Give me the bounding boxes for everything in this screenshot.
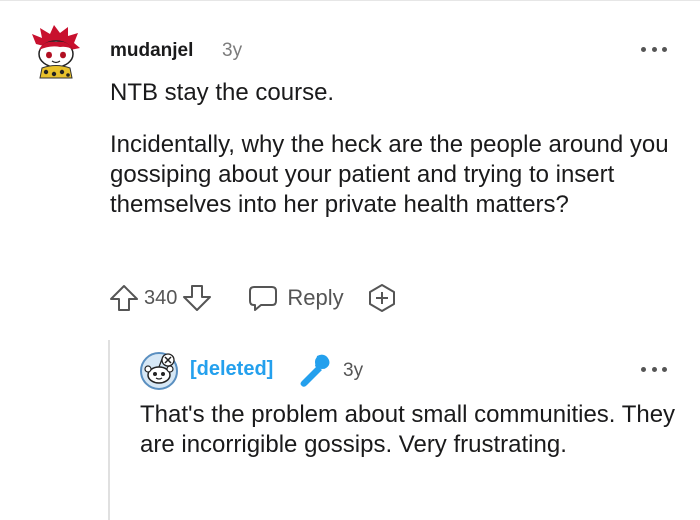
comment-actions: 340 Reply [108,282,398,314]
downvote-button[interactable] [181,283,213,313]
reply-label: Reply [287,285,344,310]
comment-paragraph: NTB stay the course. [110,79,335,106]
downvote-arrow-icon [183,285,212,311]
deleted-author[interactable]: [deleted] [190,358,273,381]
award-plus-icon [368,284,395,312]
vote-count: 340 [144,286,178,309]
award-button[interactable] [366,282,398,314]
top-divider [0,0,700,1]
more-options-icon[interactable] [641,364,667,374]
comment-paragraph: Incidentally, why the heck are the peopl… [110,131,669,218]
upvote-button[interactable] [108,283,140,313]
user-avatar-icon[interactable] [30,24,82,80]
comment-body: That's the problem about small communiti… [140,401,676,458]
thread-line[interactable] [108,340,110,520]
deleted-user-avatar-icon [140,352,178,390]
comment-bubble-icon [249,286,278,311]
more-options-icon[interactable] [641,44,667,54]
comment-timestamp[interactable]: 3y [222,40,242,62]
reply-button[interactable]: Reply [247,283,344,313]
comment-author[interactable]: mudanjel [110,40,193,62]
upvote-arrow-icon [110,285,138,311]
microphone-icon [296,352,332,388]
comment-timestamp[interactable]: 3y [343,360,363,382]
